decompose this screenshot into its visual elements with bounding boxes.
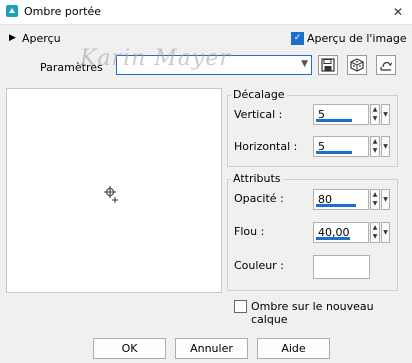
opacity-spinner[interactable]: ▲ ▼ — [370, 189, 380, 210]
save-preset-button[interactable] — [318, 55, 338, 75]
reset-button[interactable] — [376, 55, 396, 75]
app-icon — [6, 5, 18, 17]
random-button[interactable] — [347, 55, 367, 75]
preview-canvas[interactable] — [6, 88, 222, 293]
blur-dropdown[interactable]: ▼ — [381, 222, 390, 243]
window-title: Ombre portée — [24, 5, 101, 18]
horizontal-spinner[interactable]: ▲ ▼ — [370, 136, 380, 157]
expand-arrow-icon[interactable]: ▶ — [9, 33, 16, 43]
horizontal-label: Horizontal : — [234, 140, 298, 153]
new-layer-label[interactable]: Ombre sur le nouveau calque — [251, 300, 412, 326]
vertical-slider[interactable] — [316, 119, 352, 122]
spin-up-icon[interactable]: ▲ — [371, 137, 379, 146]
ok-button[interactable]: OK — [93, 338, 166, 359]
spin-up-icon[interactable]: ▲ — [371, 105, 379, 114]
horizontal-dropdown[interactable]: ▼ — [381, 136, 390, 157]
watermark: Karin Mayer — [80, 46, 231, 71]
vertical-label: Vertical : — [234, 108, 283, 121]
dice-icon — [350, 58, 364, 72]
blur-label: Flou : — [234, 225, 265, 238]
vertical-dropdown[interactable]: ▼ — [381, 104, 390, 125]
horizontal-input[interactable]: 5 — [313, 136, 369, 157]
close-button[interactable]: ✕ — [384, 0, 412, 24]
opacity-label: Opacité : — [234, 192, 284, 205]
opacity-slider[interactable] — [316, 204, 356, 207]
image-preview-checkbox[interactable]: ✓ — [291, 32, 304, 45]
blur-spinner[interactable]: ▲ ▼ — [370, 222, 380, 243]
opacity-dropdown[interactable]: ▼ — [381, 189, 390, 210]
crosshair-icon — [104, 186, 118, 203]
spin-up-icon[interactable]: ▲ — [371, 190, 379, 199]
attributes-group-title: Attributs — [231, 172, 283, 185]
spin-down-icon[interactable]: ▼ — [371, 232, 379, 241]
blur-slider[interactable] — [316, 237, 350, 240]
horizontal-slider[interactable] — [316, 151, 352, 154]
close-icon: ✕ — [392, 5, 404, 19]
preview-toggle-label[interactable]: Aperçu — [22, 32, 61, 45]
vertical-input[interactable]: 5 — [313, 104, 369, 125]
color-swatch[interactable] — [313, 255, 370, 279]
spin-down-icon[interactable]: ▼ — [371, 114, 379, 123]
help-button[interactable]: Aide — [257, 338, 330, 359]
new-layer-checkbox[interactable] — [234, 300, 247, 313]
blur-input[interactable]: 40,00 — [313, 222, 369, 243]
vertical-spinner[interactable]: ▲ ▼ — [370, 104, 380, 125]
opacity-input[interactable]: 80 — [313, 189, 369, 210]
floppy-icon — [321, 58, 335, 72]
color-label: Couleur : — [234, 259, 284, 272]
image-preview-label[interactable]: Aperçu de l'image — [307, 32, 407, 45]
offset-group-title: Décalage — [231, 88, 287, 101]
spin-up-icon[interactable]: ▲ — [371, 223, 379, 232]
cancel-button[interactable]: Annuler — [175, 338, 248, 359]
spin-down-icon[interactable]: ▼ — [371, 199, 379, 208]
chevron-down-icon: ▼ — [301, 59, 308, 69]
reset-icon — [380, 61, 393, 71]
spin-down-icon[interactable]: ▼ — [371, 146, 379, 155]
